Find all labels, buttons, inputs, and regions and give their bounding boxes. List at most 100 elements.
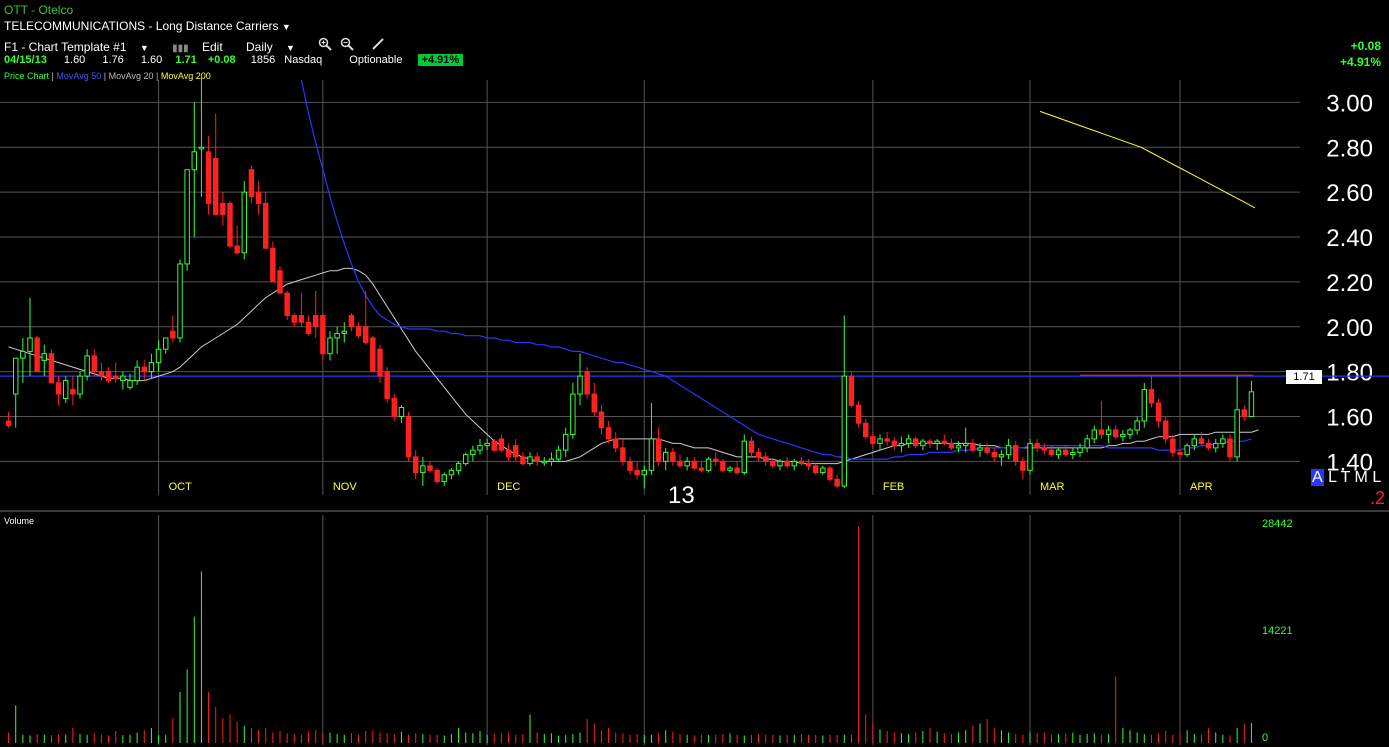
candle-up — [555, 449, 562, 460]
scale-zoom: .2 — [1370, 488, 1386, 508]
candle-down — [698, 467, 705, 471]
candle-up — [420, 465, 426, 474]
price-volume-chart[interactable]: 3.002.802.602.402.202.001.801.601.40OCT N… — [0, 0, 1389, 747]
candle-up — [841, 375, 847, 487]
candle-up — [934, 440, 940, 444]
candle-up — [563, 433, 569, 451]
candle-down — [784, 460, 790, 467]
y-tick-label: 2.60 — [1326, 180, 1373, 207]
candle-up — [120, 375, 126, 382]
volume-axis-label: 0 — [1262, 732, 1268, 744]
candle-up — [1120, 433, 1126, 438]
candle-down — [55, 382, 62, 395]
ma200-line — [1039, 110, 1256, 209]
candle-down — [984, 447, 990, 453]
candle-up — [398, 407, 405, 417]
candle-down — [220, 202, 226, 216]
candle-down — [798, 460, 805, 465]
candle-up — [470, 449, 476, 456]
candle-up — [998, 454, 1005, 458]
candle-down — [1034, 442, 1040, 449]
candle-down — [1241, 409, 1247, 417]
scale-buttons: A L T M L — [1311, 469, 1381, 487]
scale-button-a[interactable]: A — [1311, 469, 1324, 486]
candle-up — [127, 380, 133, 388]
x-month-label: APR — [1190, 481, 1213, 493]
scale-button-m[interactable]: M — [1355, 469, 1368, 486]
candle-down — [213, 158, 219, 216]
candle-down — [227, 202, 233, 247]
candle-down — [205, 151, 212, 204]
candle-up — [1127, 429, 1133, 435]
candle-up — [977, 447, 983, 451]
candle-down — [1013, 445, 1019, 462]
candle-down — [355, 326, 362, 337]
candle-up — [1191, 438, 1197, 447]
candle-up — [820, 467, 826, 474]
candle-down — [827, 467, 833, 480]
candle-down — [298, 315, 305, 323]
candle-down — [748, 440, 755, 453]
candle-up — [20, 350, 26, 359]
scale-button-l2[interactable]: L — [1372, 469, 1381, 486]
candle-up — [1141, 389, 1147, 422]
candle-down — [720, 460, 726, 471]
candle-down — [491, 440, 498, 451]
candle-up — [570, 393, 576, 435]
candle-down — [605, 427, 612, 440]
candle-down — [48, 353, 55, 384]
candle-down — [234, 245, 240, 254]
candle-up — [1213, 442, 1219, 449]
candle-up — [791, 460, 797, 467]
candle-up — [548, 458, 555, 462]
scale-button-l[interactable]: L — [1328, 469, 1336, 486]
candle-down — [734, 467, 740, 474]
volume-label: Volume — [4, 516, 35, 526]
candle-down — [1198, 438, 1205, 444]
candle-down — [941, 440, 947, 444]
candle-down — [677, 460, 683, 467]
candle-down — [263, 202, 269, 249]
y-tick-label: 1.80 — [1326, 360, 1373, 387]
y-tick-label: 2.40 — [1326, 225, 1373, 252]
candle-down — [1170, 438, 1176, 453]
candle-down — [584, 371, 590, 395]
candle-down — [534, 456, 540, 462]
candle-down — [970, 442, 976, 451]
candle-down — [505, 449, 512, 458]
candle-down — [320, 315, 326, 355]
candle-down — [991, 451, 997, 458]
year-label: 13 — [668, 482, 695, 509]
candle-up — [341, 330, 348, 334]
candle-up — [955, 445, 962, 449]
candle-down — [248, 169, 255, 198]
candle-up — [198, 146, 205, 150]
y-tick-label: 2.80 — [1326, 135, 1373, 162]
candle-down — [1155, 402, 1162, 422]
candle-down — [391, 398, 398, 417]
candle-down — [655, 438, 662, 462]
candle-down — [634, 469, 640, 476]
candle-down — [113, 375, 119, 379]
candle-down — [384, 371, 390, 400]
candle-up — [477, 445, 483, 451]
candle-up — [463, 454, 469, 465]
candle-down — [498, 438, 505, 451]
candle-up — [84, 355, 90, 377]
candle-up — [527, 456, 533, 465]
candle-up — [1091, 429, 1097, 440]
candle-down — [105, 371, 112, 382]
candle-down — [513, 445, 519, 458]
candle-down — [1041, 447, 1047, 451]
candle-up — [41, 353, 48, 361]
candle-up — [184, 169, 190, 265]
scale-button-t[interactable]: T — [1341, 469, 1350, 486]
candle-down — [520, 456, 526, 465]
candle-down — [348, 315, 355, 328]
candle-down — [691, 460, 697, 469]
candle-up — [541, 460, 547, 464]
candle-down — [1148, 389, 1155, 404]
candle-up — [27, 337, 33, 352]
candle-down — [755, 451, 762, 458]
candle-down — [805, 463, 812, 467]
